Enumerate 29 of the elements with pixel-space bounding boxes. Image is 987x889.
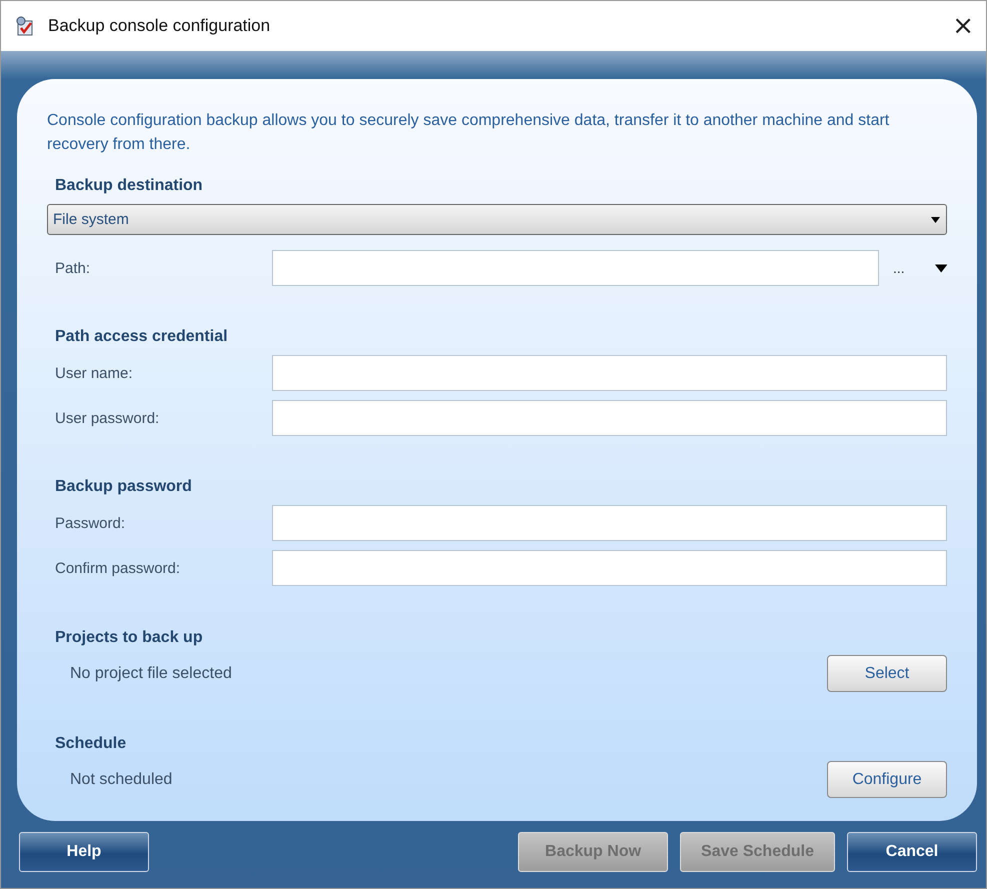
- field-label: Path:: [54, 260, 92, 276]
- section-heading: Schedule: [55, 735, 128, 753]
- input-field[interactable]: [272, 355, 947, 391]
- section-heading: Path access credential: [55, 328, 229, 346]
- section-heading: Backup password: [55, 478, 193, 496]
- description-text: Console configuration backup allows you to securely save comprehensive data, transfer it to another machine and start recovery from there.: [47, 111, 890, 155]
- dialog-button[interactable]: Help: [19, 832, 149, 872]
- input-field[interactable]: [272, 550, 947, 586]
- section-heading: Backup destination: [55, 177, 204, 195]
- dropdown-arrow-icon[interactable]: [934, 264, 947, 272]
- section-heading: Projects to back up: [55, 629, 204, 647]
- input-field[interactable]: [272, 400, 947, 436]
- path-field[interactable]: [272, 250, 879, 286]
- app-icon: [15, 16, 35, 36]
- action-button[interactable]: Configure: [827, 761, 947, 798]
- close-button[interactable]: ×: [948, 11, 978, 41]
- browse-button[interactable]: ...: [889, 260, 909, 276]
- destination-dropdown[interactable]: File system: [47, 204, 947, 235]
- input-field[interactable]: [272, 505, 947, 541]
- status-text: Not scheduled: [69, 770, 172, 788]
- window-title: Backup console configuration: [48, 16, 270, 36]
- status-text: No project file selected: [69, 664, 232, 682]
- dialog-button[interactable]: Cancel: [847, 832, 977, 872]
- field-label: Password:: [54, 514, 126, 532]
- field-label: User password:: [54, 410, 160, 426]
- field-label: User name:: [54, 364, 134, 382]
- field-label: Confirm password:: [54, 560, 182, 576]
- dropdown-arrow-icon: [931, 216, 940, 222]
- action-button[interactable]: Select: [827, 655, 947, 692]
